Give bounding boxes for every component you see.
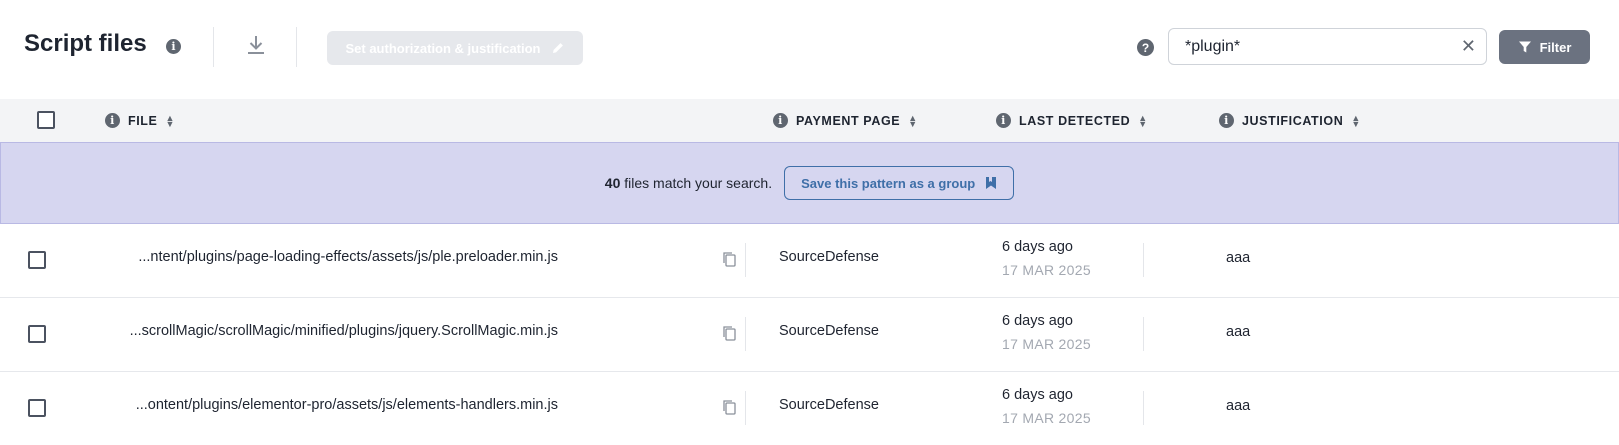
last-detected-relative: 6 days ago: [1002, 239, 1073, 255]
column-label: JUSTIFICATION: [1242, 113, 1344, 128]
justification: aaa: [1226, 324, 1251, 340]
column-label: FILE: [128, 113, 158, 128]
column-label: PAYMENT PAGE: [796, 113, 901, 128]
justification: aaa: [1226, 398, 1251, 414]
cell-divider: [1143, 243, 1144, 277]
table-header: i FILE ▲ ▼ i PAYMENT PAGE ▲ ▼ i LAST DETEC…: [0, 99, 1619, 142]
table-row[interactable]: ...ntent/plugins/page-loading-effects/as…: [0, 223, 1619, 298]
search-input[interactable]: [1183, 36, 1457, 57]
row-checkbox[interactable]: [28, 325, 46, 343]
table-row[interactable]: ...ontent/plugins/elementor-pro/assets/j…: [0, 371, 1619, 445]
info-icon[interactable]: i: [105, 113, 120, 128]
search-results-banner: 40 files match your search. Save this pa…: [0, 142, 1619, 224]
info-icon[interactable]: i: [166, 39, 181, 54]
toolbar-divider: [213, 27, 214, 67]
column-header-payment-page[interactable]: i PAYMENT PAGE ▲ ▼: [773, 113, 918, 128]
set-authorization-button[interactable]: Set authorization & justification: [327, 31, 583, 65]
match-message: 40 files match your search.: [605, 175, 772, 191]
cell-divider: [745, 317, 746, 351]
download-icon: [248, 36, 264, 54]
table-row[interactable]: ...scrollMagic/scrollMagic/minified/plug…: [0, 297, 1619, 372]
file-path: ...scrollMagic/scrollMagic/minified/plug…: [129, 323, 558, 339]
file-path: ...ontent/plugins/elementor-pro/assets/j…: [135, 397, 558, 413]
search-box[interactable]: ✕: [1168, 28, 1487, 65]
copy-icon[interactable]: [722, 251, 736, 267]
copy-icon[interactable]: [722, 325, 736, 341]
cell-divider: [745, 243, 746, 277]
page-title: Script files: [24, 30, 147, 57]
copy-icon[interactable]: [722, 399, 736, 415]
sort-icon[interactable]: ▲ ▼: [908, 113, 918, 128]
last-detected-date: 17 MAR 2025: [1002, 410, 1091, 426]
sort-icon[interactable]: ▲ ▼: [1351, 113, 1361, 128]
download-button[interactable]: [244, 33, 268, 57]
select-all-checkbox[interactable]: [37, 111, 55, 129]
sort-icon[interactable]: ▲ ▼: [1138, 113, 1148, 128]
info-icon[interactable]: i: [1219, 113, 1234, 128]
row-checkbox[interactable]: [28, 399, 46, 417]
match-text: files match your search.: [624, 175, 773, 191]
pencil-icon: [552, 43, 563, 53]
sort-icon[interactable]: ▲ ▼: [165, 113, 175, 128]
payment-page: SourceDefense: [779, 249, 879, 265]
row-checkbox[interactable]: [28, 251, 46, 269]
toolbar-divider: [296, 27, 297, 67]
last-detected-relative: 6 days ago: [1002, 387, 1073, 403]
justification: aaa: [1226, 250, 1251, 266]
save-pattern-button[interactable]: Save this pattern as a group: [784, 166, 1015, 200]
column-header-justification[interactable]: i JUSTIFICATION ▲ ▼: [1219, 113, 1361, 128]
cell-divider: [1143, 317, 1144, 351]
last-detected-date: 17 MAR 2025: [1002, 336, 1091, 352]
match-count: 40: [604, 175, 621, 191]
payment-page: SourceDefense: [779, 397, 879, 413]
auth-button-label: Set authorization & justification: [345, 40, 541, 56]
filter-button[interactable]: Filter: [1499, 30, 1590, 64]
info-icon[interactable]: i: [996, 113, 1011, 128]
column-header-last-detected[interactable]: i LAST DETECTED ▲ ▼: [996, 113, 1148, 128]
file-path: ...ntent/plugins/page-loading-effects/as…: [138, 249, 558, 265]
cell-divider: [745, 391, 746, 425]
save-pattern-label: Save this pattern as a group: [801, 175, 976, 191]
info-icon[interactable]: i: [773, 113, 788, 128]
cell-divider: [1143, 391, 1144, 425]
last-detected-relative: 6 days ago: [1002, 313, 1073, 329]
filter-label: Filter: [1539, 39, 1572, 55]
payment-page: SourceDefense: [779, 323, 879, 339]
close-icon[interactable]: ✕: [1461, 36, 1476, 57]
funnel-icon: [1518, 41, 1531, 53]
column-label: LAST DETECTED: [1019, 113, 1131, 128]
column-header-file[interactable]: i FILE ▲ ▼: [105, 113, 175, 128]
last-detected-date: 17 MAR 2025: [1002, 262, 1091, 278]
bookmark-icon: [986, 177, 997, 189]
help-icon[interactable]: ?: [1137, 39, 1154, 56]
